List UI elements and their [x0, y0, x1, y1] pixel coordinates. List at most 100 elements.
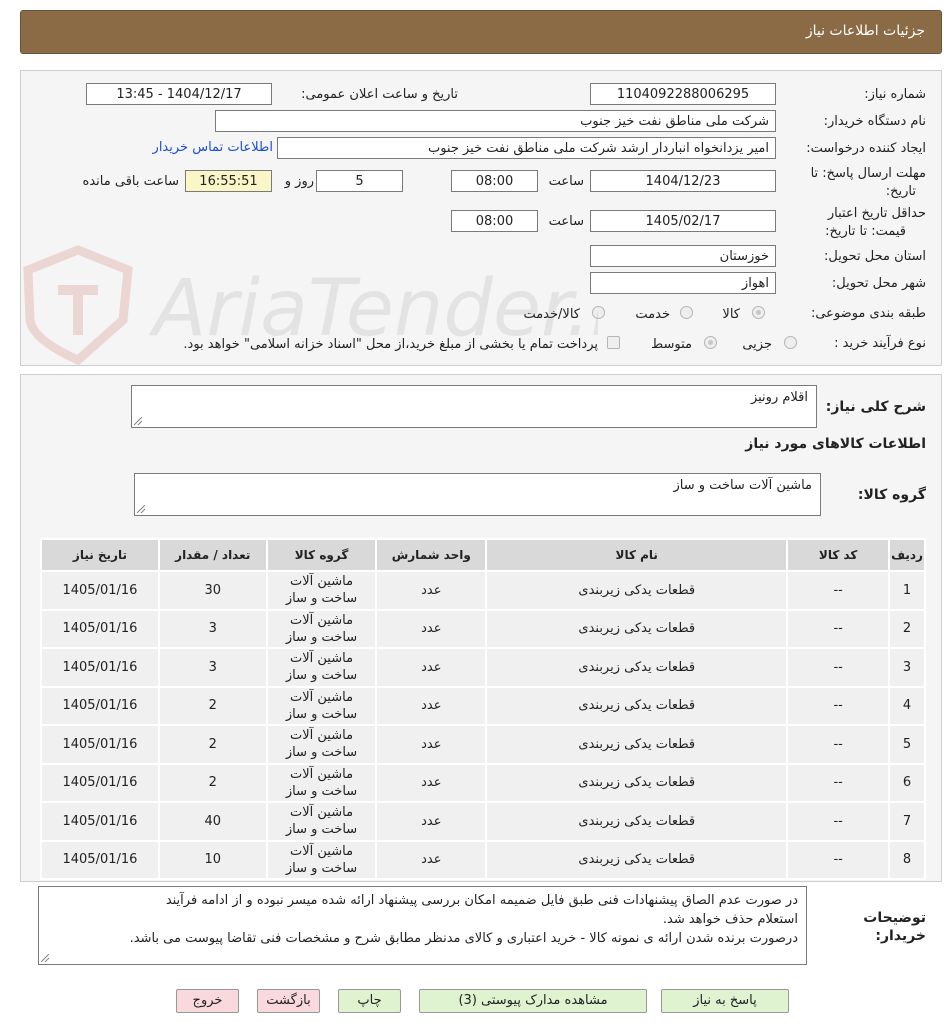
- remaining-label: ساعت باقی مانده: [82, 174, 179, 189]
- table-row: 6 -- قطعات یدکی زیربندی عدد ماشین آلات سا…: [40, 762, 926, 803]
- validity-date-field[interactable]: 1405/02/17: [590, 210, 776, 232]
- cell-row-number: 6: [888, 762, 926, 803]
- category-goods-label: کالا: [722, 307, 740, 322]
- table-row: 2 -- قطعات یدکی زیربندی عدد ماشین آلات سا…: [40, 608, 926, 649]
- cell-group-line2: ساخت و ساز: [285, 822, 358, 838]
- header-date: تاریخ نیاز: [40, 538, 160, 572]
- cell-code: --: [786, 608, 891, 649]
- cell-group-line1: ماشین آلات: [290, 689, 354, 705]
- buyer-org-label: نام دستگاه خریدار:: [823, 114, 926, 129]
- cell-quantity: 40: [157, 801, 268, 842]
- cell-name: قطعات یدکی زیربندی: [485, 801, 789, 842]
- notes-label-1: توضیحات: [863, 910, 926, 926]
- header-unit: واحد شمارش: [375, 538, 488, 572]
- payment-note: پرداخت تمام یا بخشی از مبلغ خرید،از محل …: [183, 337, 598, 352]
- attachments-button[interactable]: مشاهده مدارک پیوستی (3): [419, 989, 647, 1013]
- requester-field[interactable]: امیر یزدانخواه انباردار ارشد شرکت ملی من…: [277, 137, 776, 159]
- city-field[interactable]: اهواز: [590, 272, 776, 294]
- cell-code: --: [786, 570, 891, 611]
- cell-quantity: 3: [157, 647, 268, 688]
- treasury-checkbox[interactable]: [607, 336, 620, 349]
- cell-group-line2: ساخت و ساز: [285, 629, 358, 645]
- category-radio-goods-service[interactable]: [592, 306, 605, 319]
- cell-quantity: 3: [157, 608, 268, 649]
- cell-group: ماشین آلات ساخت و ساز: [265, 570, 378, 611]
- header-group: گروه کالا: [265, 538, 378, 572]
- header-quantity: تعداد / مقدار: [157, 538, 268, 572]
- cell-quantity: 30: [157, 570, 268, 611]
- cell-unit: عدد: [375, 801, 488, 842]
- process-minor-label: جزیی: [742, 337, 772, 352]
- cell-name: قطعات یدکی زیربندی: [485, 724, 789, 765]
- resize-grip-icon[interactable]: [41, 954, 49, 962]
- description-value: اقلام رونیز: [750, 390, 808, 405]
- cell-group: ماشین آلات ساخت و ساز: [265, 608, 378, 649]
- validity-label-2: قیمت: تا تاریخ:: [825, 224, 906, 239]
- table-row: 3 -- قطعات یدکی زیربندی عدد ماشین آلات سا…: [40, 647, 926, 688]
- category-radio-service[interactable]: [680, 306, 693, 319]
- need-number-field[interactable]: 1104092288006295: [590, 83, 776, 105]
- cell-code: --: [786, 762, 891, 803]
- cell-name: قطعات یدکی زیربندی: [485, 570, 789, 611]
- exit-button[interactable]: خروج: [176, 989, 239, 1013]
- buyer-contact-link[interactable]: اطلاعات تماس خریدار: [153, 140, 273, 155]
- notes-line-1: در صورت عدم الصاق پیشنهادات فنی طبق فایل…: [165, 893, 798, 908]
- cell-unit: عدد: [375, 724, 488, 765]
- deadline-label-1: مهلت ارسال پاسخ: تا: [810, 166, 926, 181]
- table-row: 8 -- قطعات یدکی زیربندی عدد ماشین آلات سا…: [40, 839, 926, 880]
- group-field[interactable]: ماشین آلات ساخت و ساز: [134, 473, 821, 516]
- deadline-date-field[interactable]: 1404/12/23: [590, 170, 776, 192]
- cell-quantity: 10: [157, 839, 268, 880]
- table-row: 7 -- قطعات یدکی زیربندی عدد ماشین آلات سا…: [40, 801, 926, 842]
- reply-button[interactable]: پاسخ به نیاز: [661, 989, 789, 1013]
- group-label: گروه کالا:: [857, 487, 926, 503]
- resize-grip-icon[interactable]: [134, 417, 142, 425]
- deadline-hour-field[interactable]: 08:00: [451, 170, 538, 192]
- days-field[interactable]: 5: [316, 170, 403, 192]
- cell-group: ماشین آلات ساخت و ساز: [265, 724, 378, 765]
- process-medium-label: متوسط: [651, 337, 692, 352]
- description-field[interactable]: اقلام رونیز: [131, 385, 817, 428]
- back-button[interactable]: بازگشت: [257, 989, 320, 1013]
- cell-date: 1405/01/16: [40, 839, 160, 880]
- notes-field[interactable]: در صورت عدم الصاق پیشنهادات فنی طبق فایل…: [38, 886, 807, 965]
- requester-label: ایجاد کننده درخواست:: [806, 141, 926, 156]
- cell-row-number: 3: [888, 647, 926, 688]
- validity-hour-label: ساعت: [548, 214, 584, 229]
- category-radio-goods[interactable]: [752, 306, 765, 319]
- cell-code: --: [786, 685, 891, 726]
- validity-label-1: حداقل تاریخ اعتبار: [827, 206, 926, 221]
- notes-line-3: درصورت برنده شدن ارائه ی نمونه کالا - خر…: [129, 931, 798, 946]
- cell-group-line2: ساخت و ساز: [285, 745, 358, 761]
- need-number-label: شماره نیاز:: [864, 87, 926, 102]
- header-code: کد کالا: [786, 538, 891, 572]
- table-row: 1 -- قطعات یدکی زیربندی عدد ماشین آلات سا…: [40, 570, 926, 611]
- days-label: روز و: [284, 174, 314, 189]
- city-label: شهر محل تحویل:: [831, 276, 926, 291]
- province-field[interactable]: خوزستان: [590, 245, 776, 267]
- process-radio-minor[interactable]: [784, 336, 797, 349]
- cell-group-line2: ساخت و ساز: [285, 668, 358, 684]
- cell-group-line1: ماشین آلات: [290, 612, 354, 628]
- cell-date: 1405/01/16: [40, 647, 160, 688]
- cell-code: --: [786, 839, 891, 880]
- resize-grip-icon[interactable]: [137, 505, 145, 513]
- announce-label: تاریخ و ساعت اعلان عمومی:: [301, 87, 458, 102]
- cell-group-line1: ماشین آلات: [290, 843, 354, 859]
- header-name: نام کالا: [485, 538, 789, 572]
- cell-quantity: 2: [157, 762, 268, 803]
- cell-unit: عدد: [375, 685, 488, 726]
- cell-date: 1405/01/16: [40, 762, 160, 803]
- print-button[interactable]: چاپ: [338, 989, 401, 1013]
- items-table: ردیف کد کالا نام کالا واحد شمارش گروه کا…: [40, 538, 926, 880]
- category-service-label: خدمت: [635, 307, 670, 322]
- process-radio-medium[interactable]: [704, 336, 717, 349]
- remaining-time-field: 16:55:51: [185, 170, 272, 192]
- validity-hour-field[interactable]: 08:00: [451, 210, 538, 232]
- cell-group: ماشین آلات ساخت و ساز: [265, 685, 378, 726]
- cell-name: قطعات یدکی زیربندی: [485, 762, 789, 803]
- buyer-org-field[interactable]: شرکت ملی مناطق نفت خیز جنوب: [215, 110, 776, 132]
- cell-code: --: [786, 647, 891, 688]
- announce-field[interactable]: 1404/12/17 - 13:45: [86, 83, 272, 105]
- cell-group-line1: ماشین آلات: [290, 574, 354, 590]
